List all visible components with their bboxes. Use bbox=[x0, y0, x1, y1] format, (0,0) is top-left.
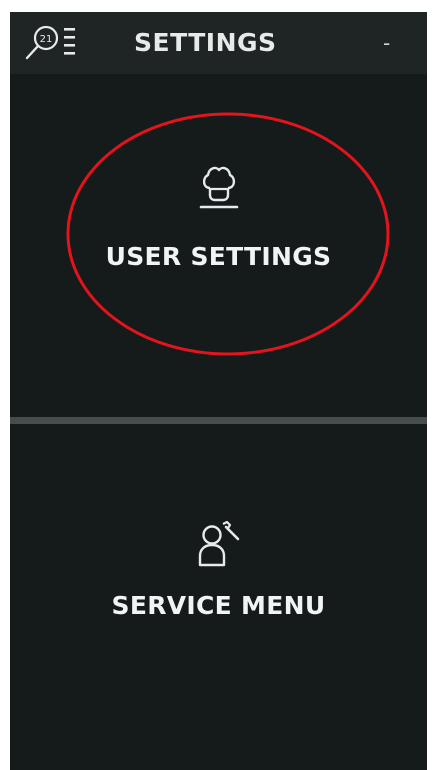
page-title: SETTINGS bbox=[134, 28, 277, 57]
user-settings-label: USER SETTINGS bbox=[105, 242, 332, 271]
service-menu-button[interactable]: SERVICE MENU bbox=[10, 424, 427, 770]
search-list-icon-digits: 21 bbox=[40, 34, 53, 45]
user-settings-button[interactable]: USER SETTINGS bbox=[10, 74, 427, 417]
chef-hat-icon bbox=[199, 166, 238, 209]
search-list-icon[interactable]: 21 bbox=[16, 22, 76, 66]
header-extra: - bbox=[383, 31, 391, 55]
top-bar: 21 SETTINGS - bbox=[10, 12, 427, 74]
settings-screen: 21 SETTINGS - USER SETTINGS SERVICE MENU bbox=[10, 12, 427, 770]
panel-divider bbox=[10, 417, 427, 424]
service-menu-label: SERVICE MENU bbox=[111, 591, 326, 620]
technician-wrench-icon bbox=[198, 520, 239, 567]
